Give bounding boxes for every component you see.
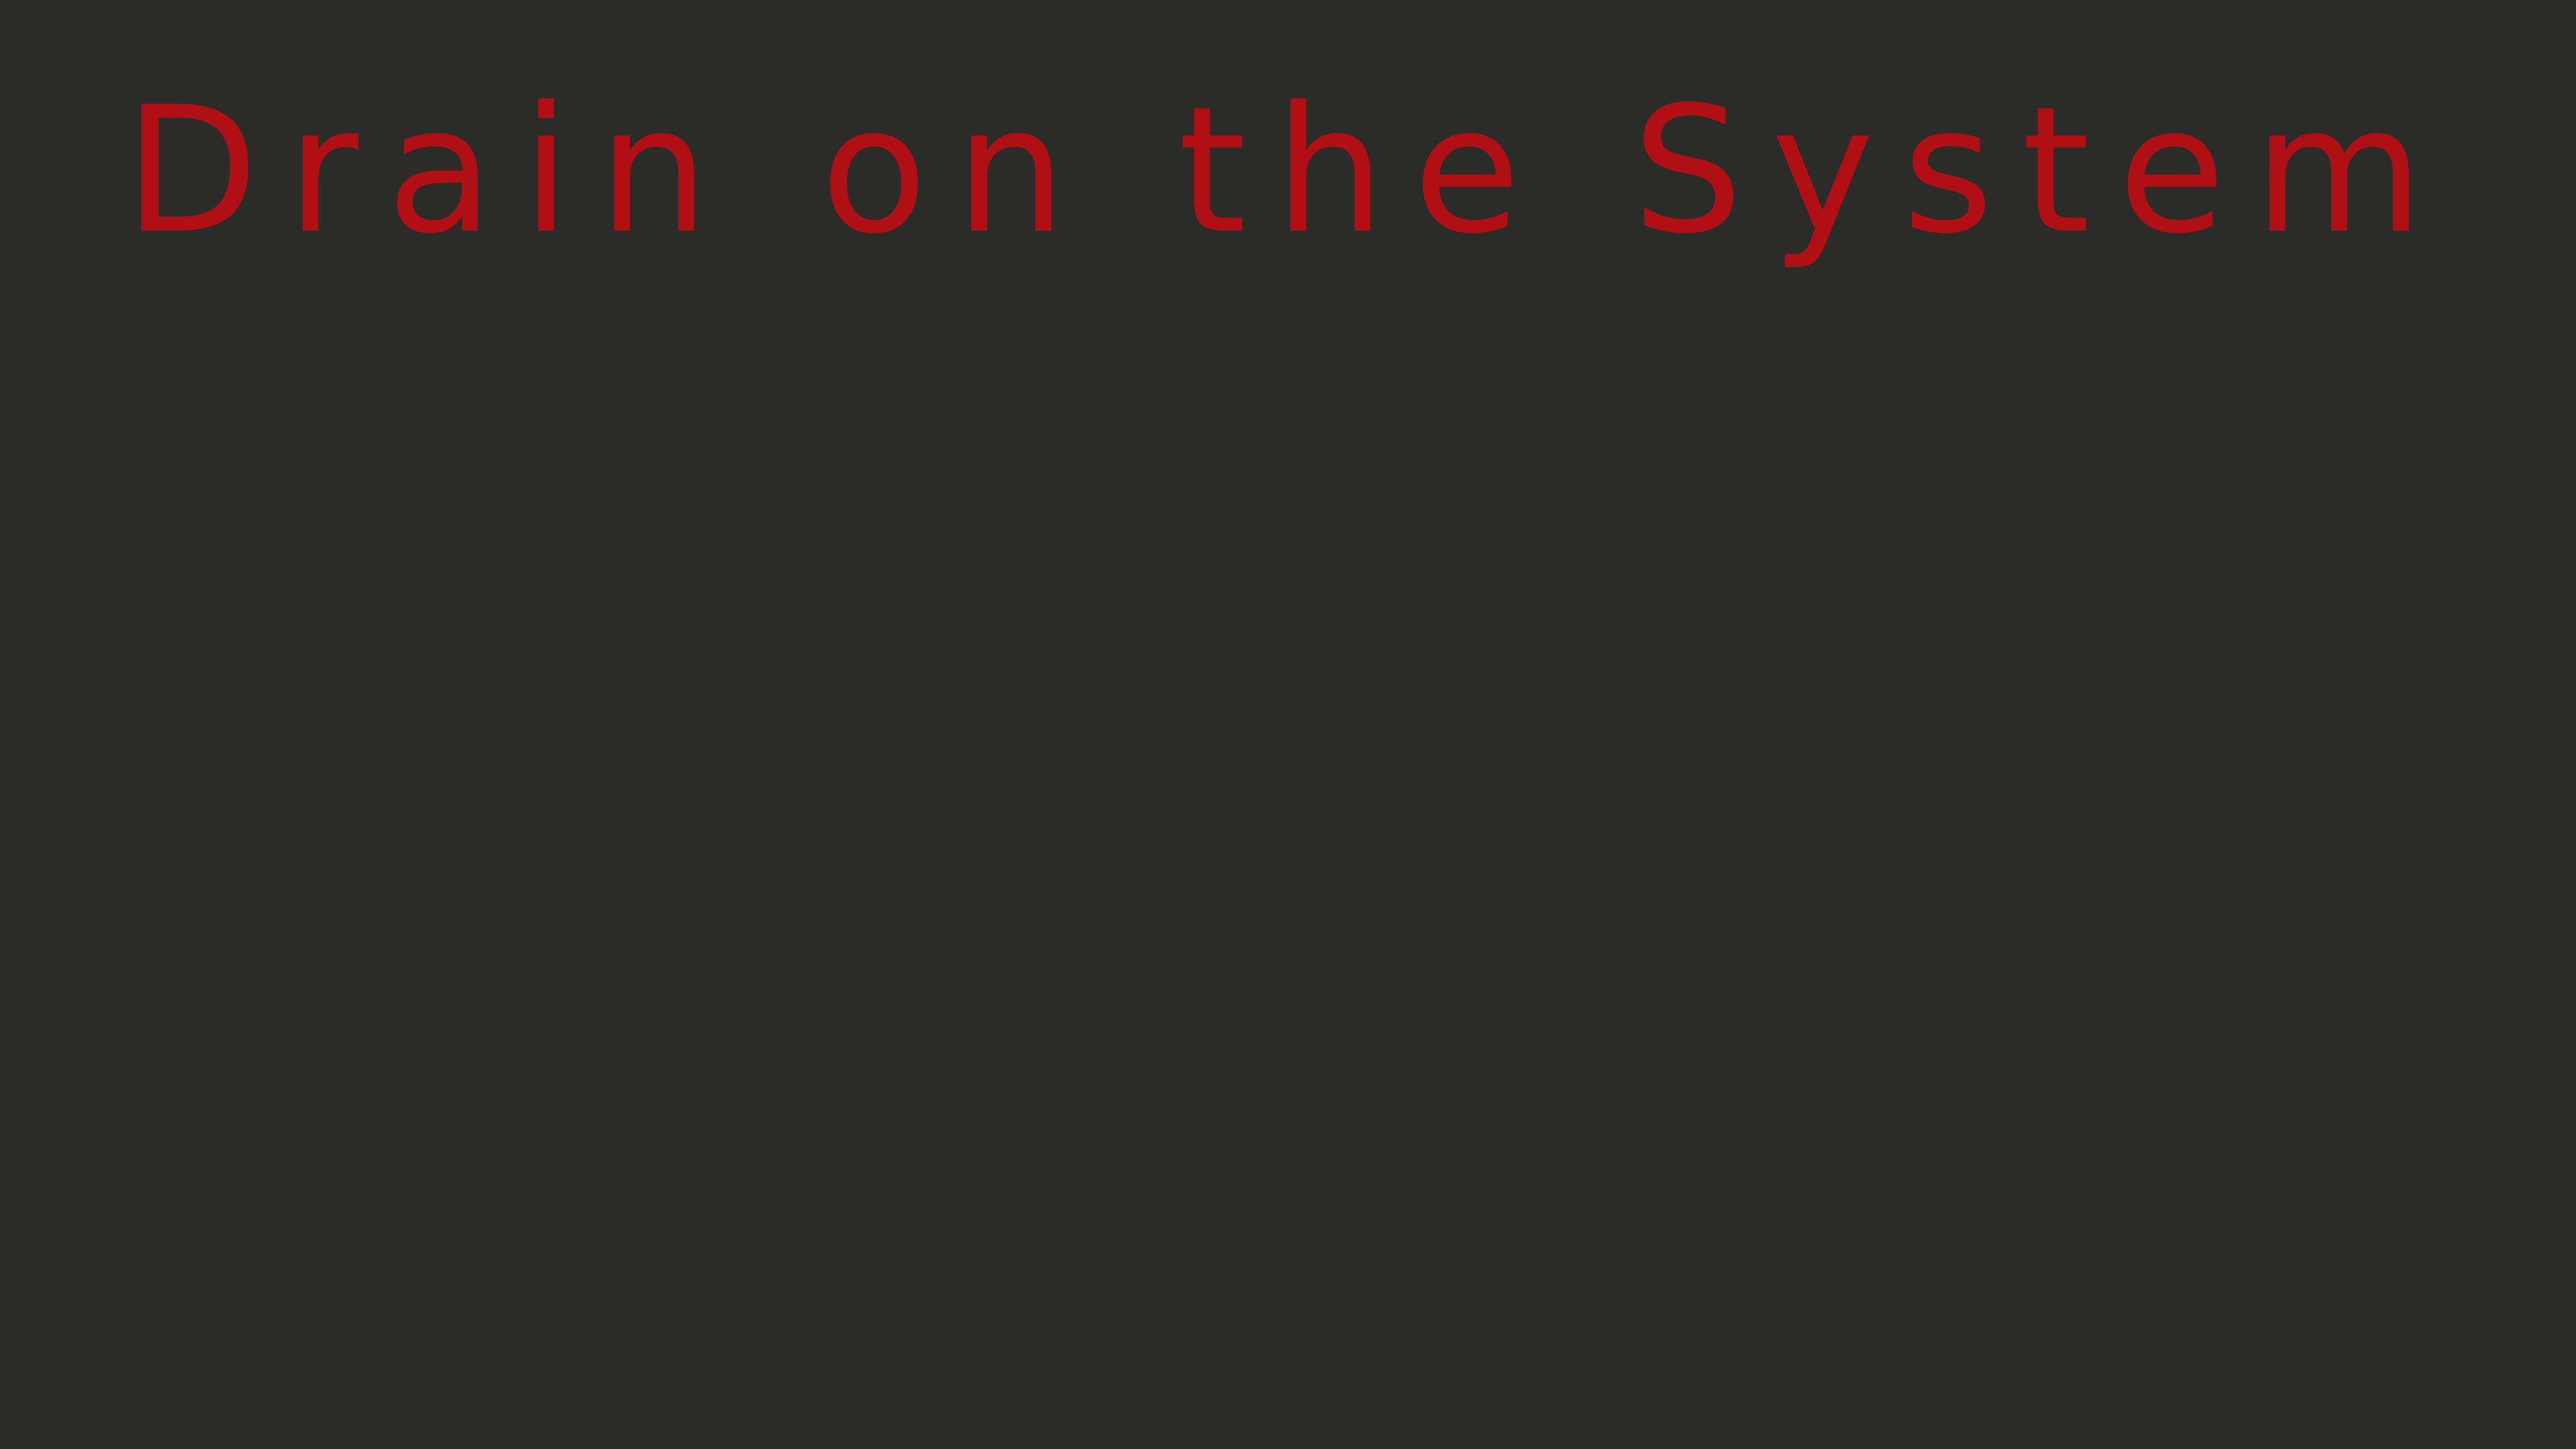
page-title: Drain on the System (124, 70, 2452, 272)
title-screen: Drain on the System (0, 0, 2576, 1449)
